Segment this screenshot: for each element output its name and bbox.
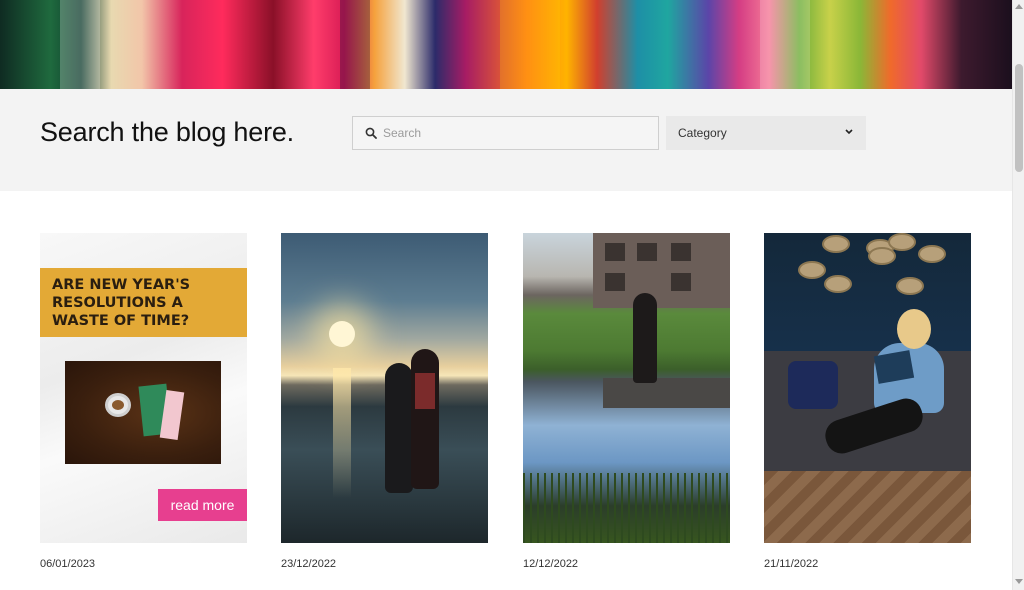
post-date: 06/01/2023 bbox=[40, 558, 96, 570]
sun-image bbox=[329, 321, 355, 347]
search-icon bbox=[365, 127, 377, 139]
mug-image bbox=[105, 393, 131, 417]
post-thumbnail[interactable] bbox=[764, 233, 971, 543]
read-more-button[interactable]: read more bbox=[158, 489, 247, 521]
search-input[interactable] bbox=[383, 117, 653, 149]
scroll-down-icon[interactable] bbox=[1015, 579, 1023, 584]
fish-plate-image bbox=[798, 261, 826, 279]
reader-head bbox=[897, 309, 931, 349]
scroll-up-icon[interactable] bbox=[1015, 4, 1023, 9]
page-scrollbar[interactable] bbox=[1012, 0, 1024, 590]
child-silhouette bbox=[385, 363, 413, 493]
floor-image bbox=[764, 471, 971, 543]
deck-image bbox=[603, 378, 730, 408]
woman-figure bbox=[633, 293, 657, 383]
fish-plate-image bbox=[888, 233, 916, 251]
building-image bbox=[593, 233, 730, 308]
cushion-image bbox=[788, 361, 838, 409]
category-label: Category bbox=[678, 126, 727, 140]
chevron-down-icon bbox=[845, 129, 853, 135]
post-headline: ARE NEW YEAR'S RESOLUTIONS A WASTE OF TI… bbox=[52, 277, 191, 329]
adult-silhouette bbox=[411, 349, 439, 489]
fish-plate-image bbox=[824, 275, 852, 293]
post-thumbnail[interactable] bbox=[523, 233, 730, 543]
sun-reflection bbox=[333, 368, 351, 498]
scroll-thumb[interactable] bbox=[1015, 64, 1023, 172]
reeds-image bbox=[523, 473, 730, 543]
post-date: 12/12/2022 bbox=[523, 558, 579, 570]
post-thumbnail[interactable] bbox=[281, 233, 488, 543]
post-date: 21/11/2022 bbox=[764, 558, 819, 570]
category-dropdown[interactable]: Category bbox=[666, 116, 866, 150]
post-thumbnail[interactable]: ARE NEW YEAR'S RESOLUTIONS A WASTE OF TI… bbox=[40, 233, 247, 543]
search-section: Search the blog here. Category bbox=[0, 89, 1012, 191]
fish-plate-image bbox=[868, 247, 896, 265]
hero-banner bbox=[0, 0, 1012, 89]
jacket bbox=[415, 373, 435, 409]
fish-plate-image bbox=[896, 277, 924, 295]
fish-plate-image bbox=[918, 245, 946, 263]
search-title: Search the blog here. bbox=[40, 117, 294, 147]
fish-plate-image bbox=[822, 235, 850, 253]
coffee-books-photo bbox=[65, 361, 221, 464]
search-box[interactable] bbox=[352, 116, 659, 150]
post-date: 23/12/2022 bbox=[281, 558, 337, 570]
